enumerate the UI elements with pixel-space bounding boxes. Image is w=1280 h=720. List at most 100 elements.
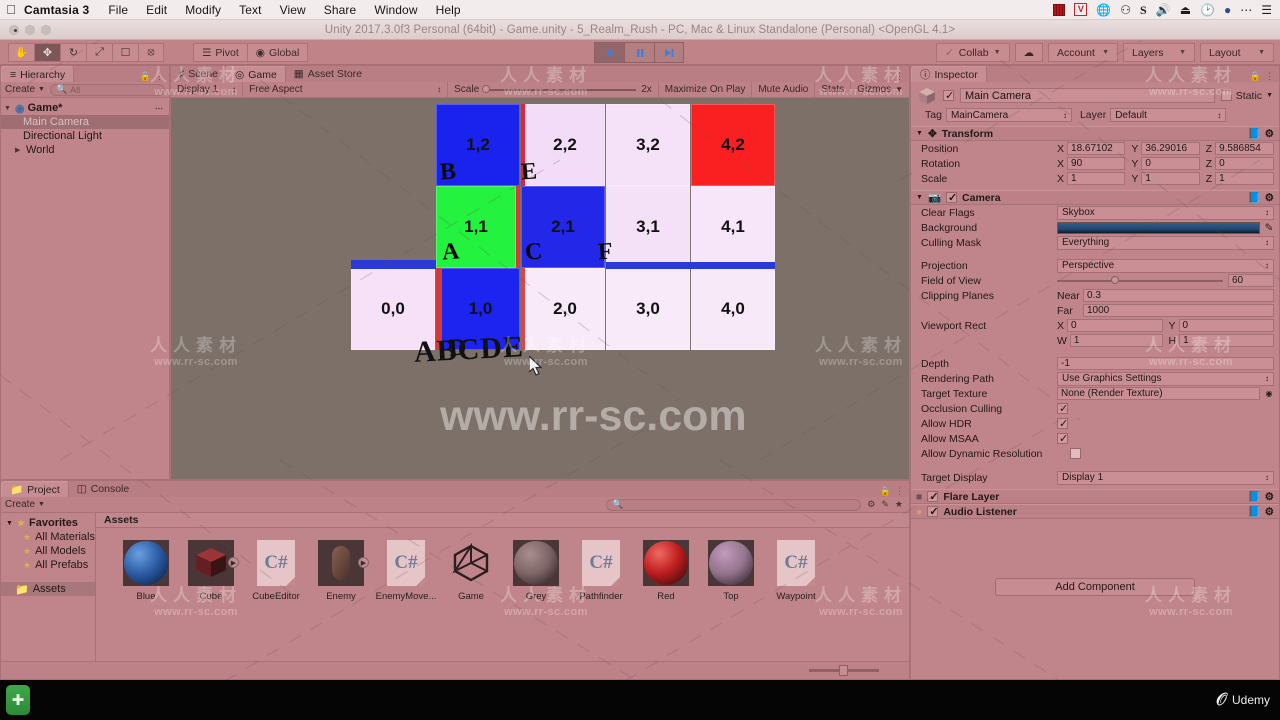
- spotlight-icon[interactable]: ●: [1224, 0, 1231, 20]
- component-header-buttons[interactable]: 📘 ⚙: [1248, 191, 1275, 205]
- position-z-field[interactable]: 9.586854: [1215, 142, 1274, 155]
- static-checkbox[interactable]: [1220, 90, 1232, 101]
- viewport-w-field[interactable]: 1: [1069, 334, 1163, 347]
- asset-item-blue[interactable]: Blue: [114, 540, 178, 602]
- static-toggle[interactable]: Static ▼: [1220, 90, 1273, 102]
- occlusion-culling-checkbox[interactable]: [1057, 402, 1068, 415]
- background-color-swatch[interactable]: [1057, 221, 1260, 234]
- inspector-panel-options[interactable]: 🔒 ⋮: [1250, 71, 1279, 82]
- aspect-dropdown[interactable]: Free Aspect ↕: [243, 81, 449, 98]
- maximize-on-play-toggle[interactable]: Maximize On Play: [657, 81, 752, 98]
- chevron-down-icon[interactable]: ▼: [916, 194, 923, 201]
- target-texture-field[interactable]: None (Render Texture): [1057, 387, 1260, 400]
- project-create-button[interactable]: Create ▼: [5, 499, 45, 510]
- panel-menu-icon[interactable]: ⋮: [895, 486, 904, 497]
- project-assets-root[interactable]: 📁 Assets: [1, 582, 95, 596]
- transform-tool-icon[interactable]: ⦻: [138, 43, 164, 62]
- project-favorites-root[interactable]: ▼ ★ Favorites: [1, 516, 95, 530]
- panel-menu-icon[interactable]: ⋮: [1265, 71, 1274, 82]
- hierarchy-row-game[interactable]: ▼ ◉ Game* ⋯: [1, 101, 169, 115]
- filter-by-label-icon[interactable]: ✎: [881, 499, 889, 510]
- position-y-field[interactable]: 36.29016: [1141, 142, 1200, 155]
- filter-by-type-icon[interactable]: ⚙: [867, 499, 875, 510]
- fov-slider[interactable]: 60: [1057, 274, 1274, 287]
- fov-value-field[interactable]: 60: [1228, 274, 1274, 287]
- component-header-buttons[interactable]: 📘 ⚙: [1248, 505, 1275, 519]
- stats-toggle[interactable]: Stats: [814, 81, 850, 98]
- app-icon[interactable]: ✚: [6, 685, 30, 715]
- asset-item-cubeeditor[interactable]: C# CubeEditor: [244, 540, 308, 602]
- projection-dropdown[interactable]: Perspective ↕: [1057, 258, 1274, 273]
- scale-x-field[interactable]: 1: [1067, 172, 1126, 185]
- vlc-icon[interactable]: V: [1074, 3, 1088, 16]
- scale-y-field[interactable]: 1: [1141, 172, 1200, 185]
- hierarchy-row-world[interactable]: ▶ World: [1, 143, 169, 157]
- asset-item-grey[interactable]: Grey: [504, 540, 568, 602]
- menu-window[interactable]: Window: [365, 3, 426, 17]
- viewport-wh[interactable]: W1 H1: [1057, 334, 1274, 347]
- asset-item-game[interactable]: Game: [439, 540, 503, 602]
- tile-2-0[interactable]: 2,0: [521, 268, 605, 350]
- rendering-path-dropdown[interactable]: Use Graphics Settings ↕: [1057, 371, 1274, 386]
- tab-game[interactable]: ◎ Game: [226, 66, 286, 82]
- scale-tool-icon[interactable]: ⤢: [86, 43, 112, 62]
- gear-icon[interactable]: ⚙: [1265, 506, 1274, 518]
- menu-help[interactable]: Help: [427, 3, 470, 17]
- tile-4-2[interactable]: 4,2: [691, 104, 775, 186]
- scale-vector[interactable]: X1 Y1 Z1: [1057, 172, 1274, 185]
- hierarchy-row-main-camera[interactable]: Main Camera: [1, 115, 169, 129]
- layer-dropdown[interactable]: Default ↕: [1110, 108, 1227, 122]
- rotation-x-field[interactable]: 90: [1067, 157, 1126, 170]
- far-field[interactable]: 1000: [1083, 304, 1274, 317]
- rotation-z-field[interactable]: 0: [1215, 157, 1274, 170]
- help-icon[interactable]: 📘: [1248, 490, 1261, 503]
- s-icon[interactable]: S: [1140, 0, 1147, 20]
- asset-item-enemymove[interactable]: C# EnemyMove...: [374, 540, 438, 602]
- panel-menu-icon[interactable]: ⋮: [895, 71, 904, 82]
- menu-edit[interactable]: Edit: [137, 3, 176, 17]
- menu-text[interactable]: Text: [230, 3, 270, 17]
- clear-flags-dropdown[interactable]: Skybox ↕: [1057, 205, 1274, 220]
- layout-button[interactable]: Layout ▼: [1200, 43, 1274, 62]
- tab-scene[interactable]: ♯ Scene: [171, 66, 227, 82]
- gameobject-name-field[interactable]: Main Camera: [960, 88, 1215, 103]
- tab-asset-store[interactable]: ▦ Asset Store: [285, 66, 370, 82]
- mute-audio-toggle[interactable]: Mute Audio: [751, 81, 814, 98]
- tab-hierarchy[interactable]: ≡ Hierarchy: [1, 66, 75, 82]
- component-header-buttons[interactable]: 📘 ⚙: [1248, 490, 1275, 504]
- volume-icon[interactable]: 🔊: [1156, 0, 1171, 20]
- audio-listener-enabled-checkbox[interactable]: [927, 505, 939, 518]
- fov-slider-track[interactable]: [1057, 276, 1223, 284]
- control-center-icon[interactable]: ☰: [1261, 0, 1272, 20]
- asset-item-red[interactable]: Red: [634, 540, 698, 602]
- chevron-right-icon[interactable]: ▶: [15, 146, 23, 154]
- audio-listener-component-header[interactable]: ● Audio Listener 📘 ⚙: [911, 504, 1279, 519]
- layers-button[interactable]: Layers ▼: [1123, 43, 1195, 62]
- hierarchy-search-input[interactable]: 🔍 All: [49, 83, 165, 96]
- tile-1-2[interactable]: 1,2 B: [436, 104, 520, 186]
- tile-1-1[interactable]: 1,1 A: [436, 186, 520, 268]
- pivot-group[interactable]: ☰ Pivot ◉ Global: [193, 43, 309, 62]
- viewport-y-field[interactable]: 0: [1178, 319, 1274, 332]
- apple-menu-icon[interactable]: : [0, 0, 22, 20]
- depth-field[interactable]: -1: [1057, 357, 1274, 370]
- project-panel-options[interactable]: 🔒 ⋮: [880, 486, 909, 497]
- object-picker-icon[interactable]: ◉: [1264, 389, 1274, 398]
- tile-3-0[interactable]: 3,0: [606, 268, 690, 350]
- chevron-down-icon[interactable]: ▼: [6, 520, 13, 527]
- scene-menu-icon[interactable]: ⋯: [155, 104, 169, 113]
- help-icon[interactable]: 📘: [1248, 505, 1261, 518]
- tile-3-1[interactable]: 3,1 F: [597, 186, 690, 268]
- rect-tool-icon[interactable]: ☐: [112, 43, 138, 62]
- tile-3-2[interactable]: 3,2: [606, 104, 690, 186]
- allow-hdr-checkbox[interactable]: [1057, 417, 1068, 430]
- gameobject-enabled-checkbox[interactable]: [943, 89, 954, 102]
- gear-icon[interactable]: ⚙: [1265, 491, 1274, 503]
- rotation-vector[interactable]: X 90 Y0 Z0: [1057, 157, 1274, 170]
- active-app-name[interactable]: Camtasia 3: [22, 3, 99, 17]
- lock-icon[interactable]: 🔒: [1250, 71, 1261, 82]
- near-field[interactable]: 0.3: [1083, 289, 1274, 302]
- gear-icon[interactable]: ⚙: [1265, 192, 1274, 204]
- tab-console[interactable]: ◫ Console: [68, 481, 138, 497]
- asset-item-cube[interactable]: ▶ Cube: [179, 540, 243, 602]
